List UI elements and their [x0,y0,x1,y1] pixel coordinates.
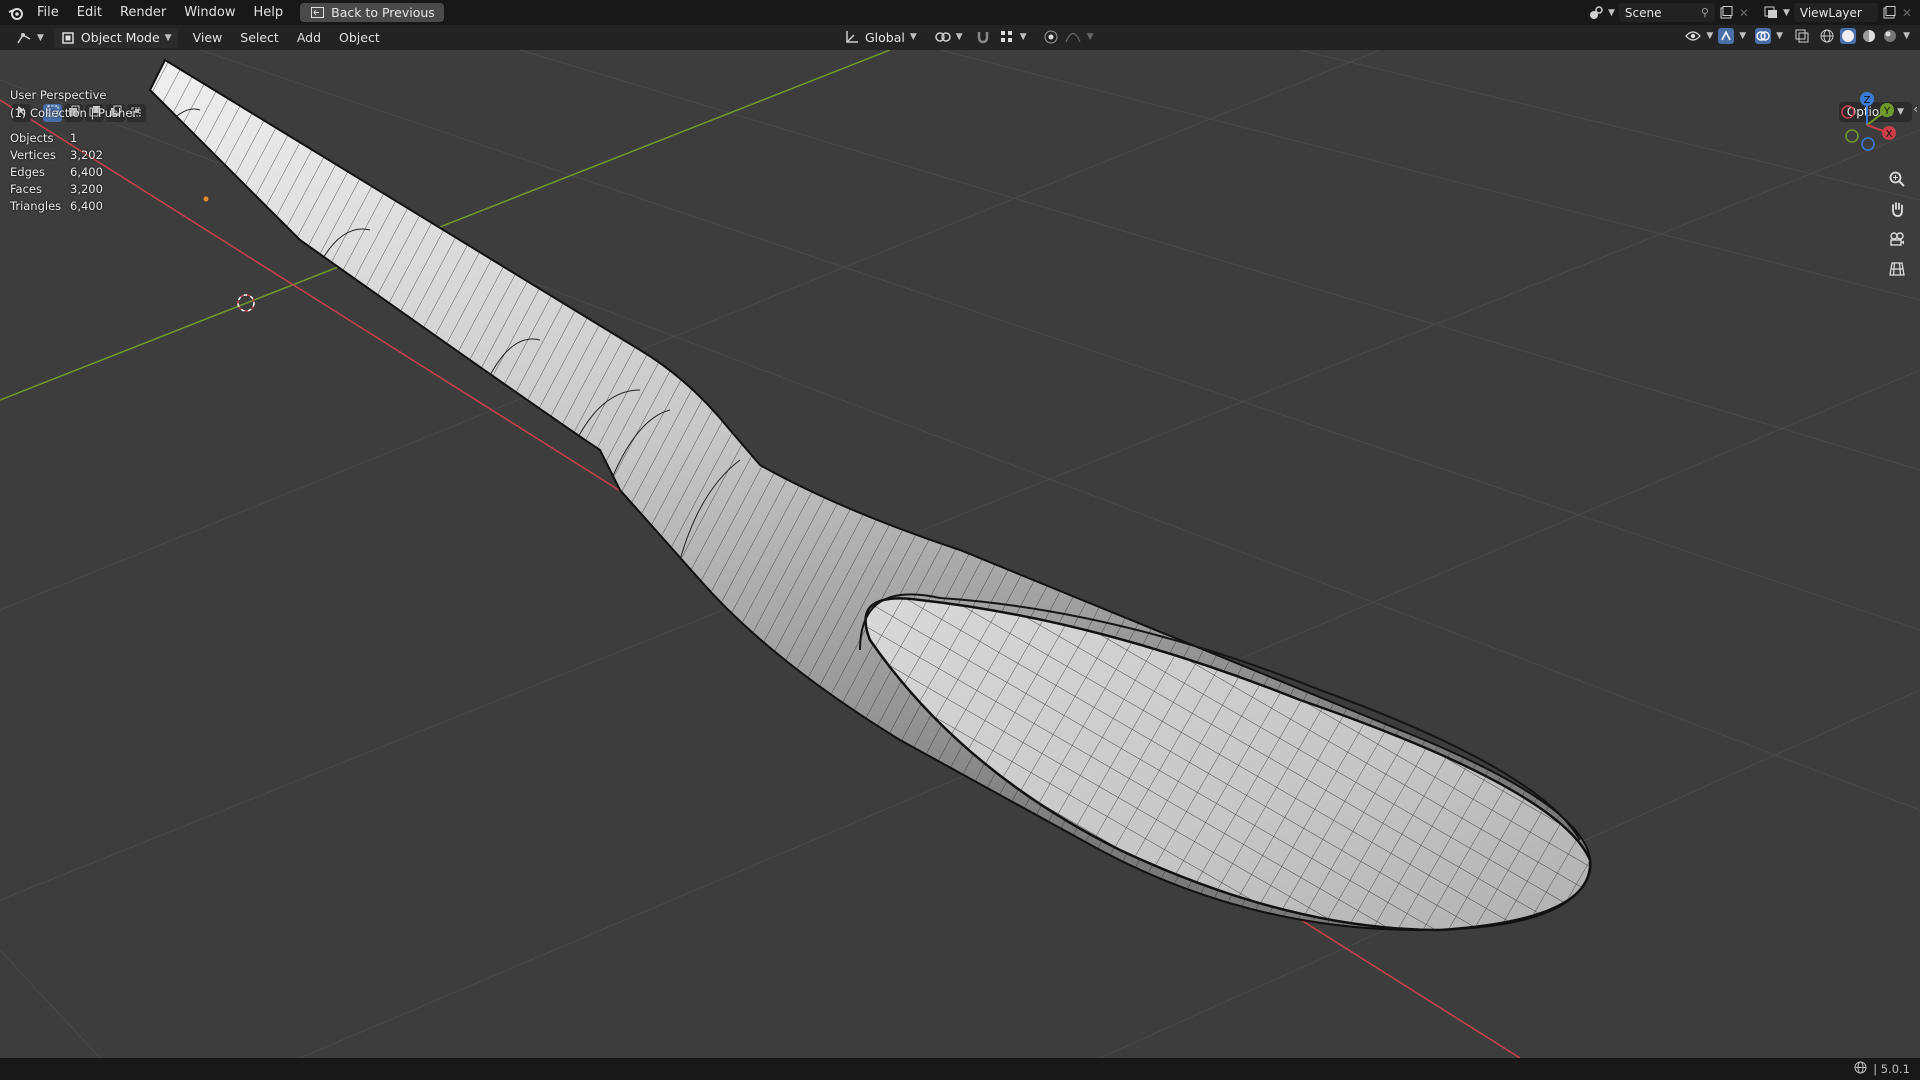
toggle-perspective-button[interactable] [1884,258,1910,284]
gizmo-toggle-icon[interactable] [1718,28,1735,44]
menu-help[interactable]: Help [245,0,293,25]
shading-material-icon[interactable] [1861,28,1877,44]
object-mode-dropdown[interactable]: Object Mode ▼ [53,27,178,48]
scene-statistics: Objects 1 Vertices 3,202 Edges 6,400 Faces 3… [10,130,103,215]
3d-viewport-icon [16,30,32,46]
editor-type-chevron-icon: ▼ [37,32,44,43]
proportional-editing-icon[interactable] [1043,29,1059,45]
scene-name-field[interactable]: Scene ⚲ [1618,3,1715,22]
zoom-view-button[interactable] [1884,168,1910,194]
gizmo-neg-x-handle[interactable] [1841,105,1855,119]
viewport-info: User Perspective (1) Collection | Pusher [10,86,137,122]
menu-edit[interactable]: Edit [68,0,111,25]
shading-chevron-icon[interactable]: ▼ [1903,31,1910,41]
stat-row-edges: Edges 6,400 [10,165,103,179]
close-viewlayer-icon[interactable]: ✕ [1902,6,1912,20]
scene-name-label: Scene [1624,5,1662,20]
xray-toggle-icon[interactable] [1794,28,1810,44]
3d-viewport[interactable]: User Perspective (1) Collection | Pusher… [0,50,1920,1058]
object-mode-chevron-icon: ▼ [164,32,172,43]
transform-axes-icon [844,29,860,45]
gizmo-neg-y-handle[interactable] [1845,129,1859,143]
menu-file[interactable]: File [28,0,68,25]
magnifier-icon [1889,171,1905,191]
scene-icon[interactable] [1588,5,1604,21]
blender-logo-icon[interactable] [8,5,24,21]
version-label: | 5.0.1 [1873,1062,1910,1076]
grid-perspective-icon [1889,261,1905,281]
snap-target-chevron-icon: ▼ [1019,32,1027,42]
sidebar-toggle-icon[interactable]: ‹ [1913,102,1918,116]
new-viewlayer-icon[interactable] [1882,5,1898,21]
shading-rendered-icon[interactable] [1882,28,1898,44]
back-to-previous-button[interactable]: Back to Previous [300,3,444,22]
snap-target-dropdown[interactable]: ▼ [997,27,1029,47]
pivot-link-icon [935,29,951,45]
shading-solid-icon[interactable] [1840,28,1857,44]
stat-row-faces: Faces 3,200 [10,182,103,196]
visibility-eye-icon[interactable] [1685,28,1702,44]
snap-magnet-icon[interactable] [975,29,991,45]
object-mode-icon [60,30,76,46]
overlays-toggle-icon[interactable] [1755,28,1772,44]
gizmo-z-label: Z [1864,95,1871,106]
viewport-header: ▼ Object Mode ▼ View Select Add Object G… [0,25,1920,50]
editor-type-selector[interactable]: ▼ [10,28,50,48]
hand-icon [1889,201,1905,221]
transform-orientation-label: Global [865,29,905,45]
shading-wireframe-icon[interactable] [1819,28,1835,44]
object-mode-label: Object Mode [80,30,160,45]
menu-view[interactable]: View [184,25,232,50]
menu-window[interactable]: Window [175,0,244,25]
pan-view-button[interactable] [1884,198,1910,224]
menu-add[interactable]: Add [288,25,330,50]
object-origin-dot [203,196,209,202]
menu-select[interactable]: Select [231,25,288,50]
transform-orientation-dropdown[interactable]: Global ▼ [838,27,923,47]
transform-orientation-chevron-icon: ▼ [909,32,917,42]
pivot-chevron-icon: ▼ [955,32,963,42]
viewport-canvas [0,50,1920,1058]
active-collection-label: (1) Collection | Pusher [10,106,138,120]
viewlayer-dropdown-chevron-icon[interactable]: ▼ [1783,8,1790,18]
gizmo-x-label: X [1886,129,1893,140]
falloff-curve-icon[interactable] [1065,29,1081,45]
stat-row-objects: Objects 1 [10,131,78,145]
overlays-chevron-icon[interactable]: ▼ [1776,31,1783,41]
gizmo-neg-z-handle[interactable] [1861,137,1875,151]
navigation-gizmo[interactable]: Z Y X [1832,90,1902,160]
gizmo-y-label: Y [1883,106,1891,117]
status-bar: | 5.0.1 [0,1058,1920,1080]
menu-render[interactable]: Render [111,0,175,25]
top-menu-bar: File Edit Render Window Help Back to Pre… [0,0,1920,25]
menu-object[interactable]: Object [330,25,389,50]
scene-dropdown-chevron-icon[interactable]: ▼ [1608,8,1615,18]
window-back-icon [309,5,325,21]
viewlayer-name-field[interactable]: ViewLayer [1793,3,1878,22]
gizmo-chevron-icon[interactable]: ▼ [1739,31,1746,41]
stat-row-triangles: Triangles 6,400 [10,199,103,213]
camera-view-button[interactable] [1884,228,1910,254]
back-to-previous-label: Back to Previous [331,5,435,20]
viewlayer-icon[interactable] [1763,5,1779,21]
view-perspective-label: User Perspective [10,88,107,102]
close-scene-icon[interactable]: ✕ [1739,6,1749,20]
pusher-mesh[interactable] [0,50,1920,1058]
network-globe-icon[interactable] [1854,1061,1867,1077]
pivot-point-dropdown[interactable]: ▼ [929,27,969,47]
visibility-chevron-icon[interactable]: ▼ [1706,31,1713,41]
falloff-chevron-icon[interactable]: ▼ [1087,32,1094,42]
viewlayer-name-label: ViewLayer [1799,5,1862,20]
pin-icon[interactable]: ⚲ [1701,6,1709,19]
new-scene-icon[interactable] [1719,5,1735,21]
stat-row-vertices: Vertices 3,202 [10,148,103,162]
snap-grid-icon [999,29,1015,45]
camera-icon [1889,231,1905,251]
